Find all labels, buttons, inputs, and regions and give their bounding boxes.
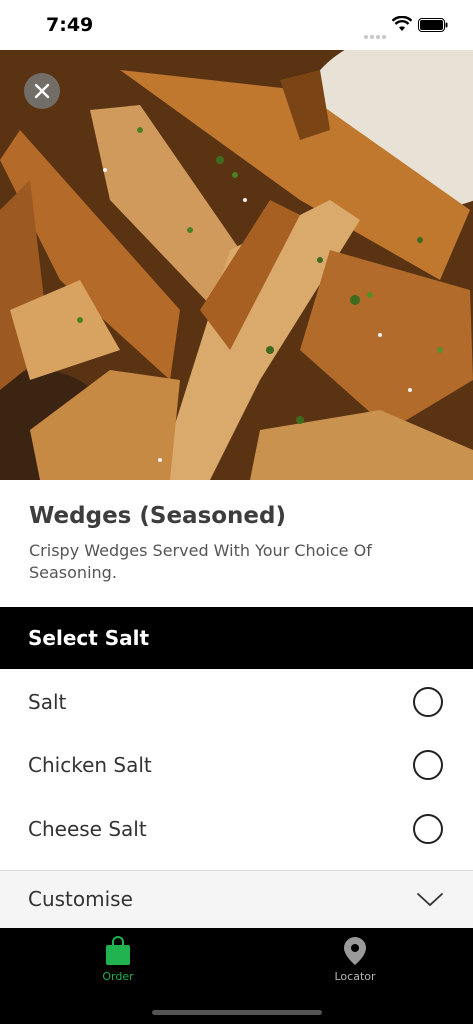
map-pin-icon [344, 937, 366, 965]
signal-icon [364, 24, 388, 39]
option-cheese-salt[interactable]: Cheese Salt [0, 798, 473, 861]
product-description: Crispy Wedges Served With Your Choice Of… [29, 541, 372, 582]
option-label: Chicken Salt [28, 753, 152, 777]
close-button[interactable] [24, 73, 60, 109]
option-chicken-salt[interactable]: Chicken Salt [0, 734, 473, 797]
status-time: 7:49 [46, 14, 94, 36]
product-image [0, 50, 473, 480]
radio-button[interactable] [413, 814, 443, 844]
close-icon [34, 83, 50, 99]
customise-label: Customise [28, 887, 133, 911]
tab-label: Locator [334, 970, 376, 983]
status-bar: 7:49 [0, 0, 473, 50]
tab-locator[interactable]: Locator [237, 928, 473, 1000]
section-title: Select Salt [28, 626, 150, 650]
tab-order[interactable]: Order [0, 928, 236, 1000]
customise-dropdown[interactable]: Customise [0, 870, 473, 929]
option-salt[interactable]: Salt [0, 671, 473, 734]
section-header: Select Salt [0, 607, 473, 669]
home-indicator [152, 1010, 322, 1015]
chevron-down-icon [417, 893, 443, 907]
option-label: Cheese Salt [28, 817, 147, 841]
radio-button[interactable] [413, 750, 443, 780]
wifi-icon [392, 16, 412, 31]
radio-button[interactable] [413, 687, 443, 717]
tab-label: Order [102, 970, 134, 983]
product-title: Wedges (Seasoned) [29, 503, 287, 529]
option-label: Salt [28, 690, 67, 714]
shopping-bag-icon [106, 936, 130, 965]
battery-icon [418, 18, 448, 32]
